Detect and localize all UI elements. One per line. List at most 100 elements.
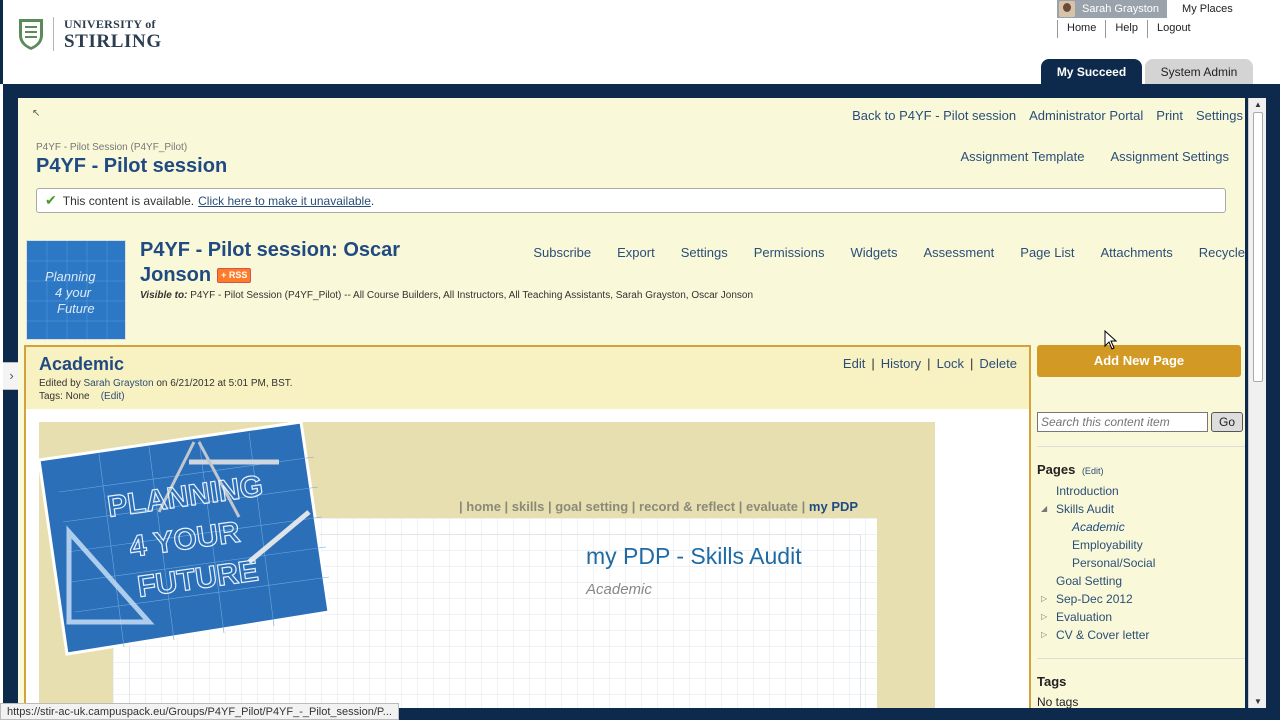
- banner-nav-home[interactable]: home: [466, 499, 501, 514]
- print-link[interactable]: Print: [1156, 108, 1183, 123]
- user-menu[interactable]: Sarah Grayston: [1057, 0, 1168, 18]
- banner-nav-goal-setting[interactable]: goal setting: [555, 499, 628, 514]
- edit-pages-link[interactable]: (Edit): [1082, 466, 1104, 476]
- blog-toolbar: Subscribe Export Settings Permissions Wi…: [507, 245, 1245, 260]
- page-item-label: CV & Cover letter: [1056, 628, 1150, 642]
- history-link[interactable]: History: [881, 356, 921, 371]
- collapsed-triangle-icon[interactable]: ▷: [1041, 612, 1047, 621]
- search-go-button[interactable]: Go: [1211, 412, 1243, 432]
- content-area: ↖ Back to P4YF - Pilot session Administr…: [18, 98, 1245, 708]
- lock-link[interactable]: Lock: [937, 356, 964, 371]
- page-name: Academic: [39, 354, 125, 374]
- page-item-label: Employability: [1072, 538, 1143, 552]
- blog-title-text: P4YF - Pilot session: Oscar Jonson: [140, 239, 401, 286]
- editor-link[interactable]: Sarah Grayston: [83, 378, 153, 389]
- scroll-up-icon[interactable]: ▲: [1254, 100, 1262, 109]
- page-item-sep-dec-2012[interactable]: ▷ Sep-Dec 2012: [1041, 592, 1155, 610]
- make-unavailable-link[interactable]: Click here to make it unavailable: [198, 194, 371, 208]
- header-links: Home Help Logout: [1057, 20, 1200, 38]
- page-list-link[interactable]: Page List: [1020, 245, 1074, 260]
- edit-page-link[interactable]: Edit: [843, 356, 865, 371]
- edited-by-suffix: on 6/21/2012 at 5:01 PM, BST.: [156, 378, 293, 389]
- banner-nav-evaluate[interactable]: evaluate: [746, 499, 798, 514]
- page-item-label: Academic: [1072, 520, 1125, 534]
- tab-system-admin[interactable]: System Admin: [1145, 59, 1253, 85]
- banner-nav-record-reflect[interactable]: record & reflect: [639, 499, 735, 514]
- avatar: [1059, 1, 1075, 17]
- scrollbar-thumb[interactable]: [1253, 112, 1263, 382]
- search-input[interactable]: [1037, 412, 1208, 432]
- tags-value: Tags: None: [39, 391, 90, 402]
- logo-divider: [53, 17, 54, 51]
- logout-link[interactable]: Logout: [1146, 20, 1200, 38]
- page-item-employability[interactable]: Employability: [1041, 538, 1155, 556]
- university-crest-icon: [19, 19, 43, 50]
- home-link[interactable]: Home: [1057, 20, 1105, 38]
- back-to-session-link[interactable]: Back to P4YF - Pilot session: [852, 108, 1016, 123]
- page-item-introduction[interactable]: Introduction: [1041, 484, 1155, 502]
- tab-my-succeed[interactable]: My Succeed: [1041, 59, 1142, 85]
- blog-thumbnail: Planning 4 your Future: [26, 240, 126, 340]
- resize-arrow-icon: ↖: [32, 108, 41, 119]
- assignment-template-link[interactable]: Assignment Template: [960, 149, 1084, 164]
- breadcrumb[interactable]: P4YF - Pilot Session (P4YF_Pilot): [36, 142, 187, 153]
- page-scrollbar[interactable]: ▲ ▼: [1248, 98, 1266, 708]
- permissions-link[interactable]: Permissions: [754, 245, 825, 260]
- mouse-cursor-icon: [1104, 330, 1118, 350]
- banner-nav-my-pdp[interactable]: my PDP: [809, 499, 858, 514]
- sidebar-divider: [1037, 658, 1245, 659]
- export-link[interactable]: Export: [617, 245, 655, 260]
- page-item-skills-audit[interactable]: ◢ Skills Audit: [1041, 502, 1155, 520]
- edit-tags-link[interactable]: (Edit): [101, 391, 125, 402]
- assignment-settings-link[interactable]: Assignment Settings: [1110, 149, 1229, 164]
- widgets-link[interactable]: Widgets: [851, 245, 898, 260]
- recycle-link[interactable]: Recycle: [1199, 245, 1245, 260]
- my-places-link[interactable]: My Places: [1167, 0, 1243, 18]
- check-icon: ✔: [45, 192, 57, 208]
- scroll-down-icon[interactable]: ▼: [1254, 697, 1262, 706]
- help-link[interactable]: Help: [1105, 20, 1147, 38]
- page-item-goal-setting[interactable]: Goal Setting: [1041, 574, 1155, 592]
- status-bar-url: https://stir-ac-uk.campuspack.eu/Groups/…: [0, 703, 399, 720]
- user-bar: Sarah Grayston My Places: [1057, 0, 1243, 18]
- page-item-personal-social[interactable]: Personal/Social: [1041, 556, 1155, 574]
- sidebar-divider: [1037, 446, 1245, 447]
- page-item-cv-cover-letter[interactable]: ▷ CV & Cover letter: [1041, 628, 1155, 646]
- attachments-link[interactable]: Attachments: [1100, 245, 1172, 260]
- visible-to-label: Visible to:: [140, 290, 188, 301]
- blog-title: P4YF - Pilot session: Oscar Jonson + RSS: [140, 238, 440, 288]
- page-item-academic[interactable]: Academic: [1041, 520, 1155, 538]
- page-item-evaluation[interactable]: ▷ Evaluation: [1041, 610, 1155, 628]
- administrator-portal-link[interactable]: Administrator Portal: [1029, 108, 1143, 123]
- banner-nav-skills[interactable]: skills: [512, 499, 545, 514]
- page-header: Academic Edited by Sarah Grayston on 6/2…: [26, 347, 1029, 409]
- main-frame: › ↖ Back to P4YF - Pilot session Adminis…: [3, 84, 1280, 720]
- add-new-page-button[interactable]: Add New Page: [1037, 345, 1241, 377]
- banner-title: my PDP - Skills Audit: [586, 543, 802, 569]
- collapsed-triangle-icon[interactable]: ▷: [1041, 594, 1047, 603]
- settings-link[interactable]: Settings: [1196, 108, 1243, 123]
- page-item-label: Personal/Social: [1072, 556, 1156, 570]
- tags-heading: Tags: [1037, 674, 1067, 689]
- action-separator: |: [970, 356, 974, 371]
- top-tab-bar: My Succeed System Admin: [1041, 59, 1256, 85]
- expanded-triangle-icon[interactable]: ◢: [1041, 504, 1047, 513]
- subscribe-link[interactable]: Subscribe: [533, 245, 591, 260]
- page-item-label: Introduction: [1056, 484, 1119, 498]
- page-content-panel: Academic Edited by Sarah Grayston on 6/2…: [24, 345, 1031, 708]
- action-separator: |: [871, 356, 875, 371]
- blog-settings-link[interactable]: Settings: [681, 245, 728, 260]
- assessment-link[interactable]: Assessment: [923, 245, 994, 260]
- rss-icon[interactable]: + RSS: [217, 268, 252, 284]
- top-header: UNIVERSITY of STIRLING Sarah Grayston My…: [0, 0, 1280, 85]
- action-separator: |: [927, 356, 931, 371]
- visible-to-value: P4YF - Pilot Session (P4YF_Pilot) -- All…: [190, 290, 754, 301]
- banner-subtitle: Academic: [586, 581, 652, 598]
- thumb-line-3: Future: [57, 301, 95, 316]
- university-logo[interactable]: UNIVERSITY of STIRLING: [17, 17, 162, 51]
- no-tags-text: No tags: [1037, 695, 1079, 708]
- delete-link[interactable]: Delete: [979, 356, 1017, 371]
- page-item-label: Evaluation: [1056, 610, 1113, 624]
- banner-nav: | home | skills | goal setting | record …: [459, 499, 859, 514]
- collapsed-triangle-icon[interactable]: ▷: [1041, 630, 1047, 639]
